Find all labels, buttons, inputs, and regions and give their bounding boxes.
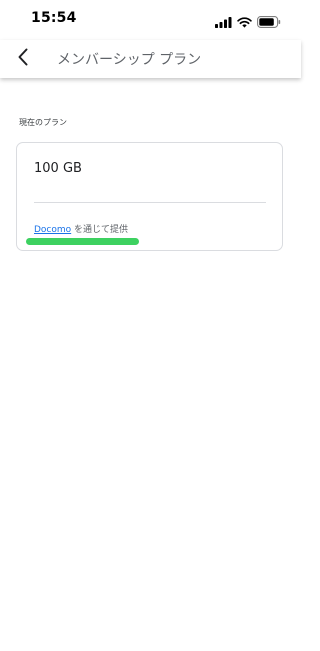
status-icons	[215, 13, 281, 32]
current-plan-card: 100 GB Docomo を通じて提供	[16, 142, 283, 251]
highlight-marker	[26, 238, 139, 245]
plan-name: 100 GB	[34, 161, 82, 176]
card-divider	[34, 202, 266, 203]
app-bar: メンバーシップ プラン	[0, 40, 301, 78]
status-bar: 15:54	[0, 0, 301, 40]
back-button[interactable]	[12, 48, 34, 70]
wifi-icon	[237, 13, 252, 32]
status-time: 15:54	[31, 10, 77, 26]
provider-line: Docomo を通じて提供	[34, 222, 128, 235]
page-title: メンバーシップ プラン	[57, 52, 202, 68]
current-plan-section-label: 現在のプラン	[19, 118, 67, 127]
provider-suffix: を通じて提供	[74, 225, 129, 235]
battery-icon	[257, 13, 281, 32]
provider-link[interactable]: Docomo	[34, 225, 71, 235]
chevron-left-icon	[17, 48, 29, 70]
signal-icon	[215, 13, 232, 32]
